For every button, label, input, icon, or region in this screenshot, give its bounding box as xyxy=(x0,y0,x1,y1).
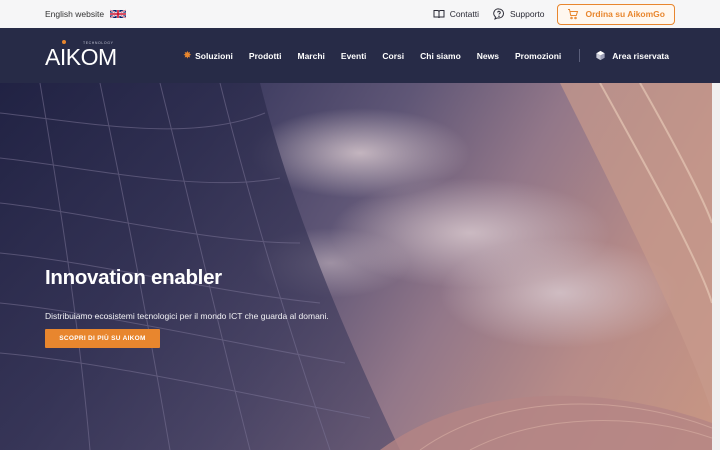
contacts-link[interactable]: Contatti xyxy=(433,8,479,20)
nav-label: Soluzioni xyxy=(195,50,233,61)
language-label: English website xyxy=(45,9,105,19)
nav-label: Marchi xyxy=(297,50,325,61)
nav-divider xyxy=(579,49,581,62)
contacts-label: Contatti xyxy=(449,9,479,19)
nav-item-marchi[interactable]: Marchi xyxy=(298,51,325,61)
nav-label: Prodotti xyxy=(248,50,282,61)
discover-aikom-button[interactable]: SCOPRI DI PIÙ SU AIKOM xyxy=(45,329,160,348)
nav-item-corsi[interactable]: Corsi xyxy=(382,51,404,61)
nav-item-prodotti[interactable]: Prodotti xyxy=(249,51,282,61)
help-bubble-icon xyxy=(493,8,504,20)
nav-label: News xyxy=(476,50,499,61)
order-aikomgo-button[interactable]: Ordina su AikomGo xyxy=(557,3,675,25)
hero-title: Innovation enabler xyxy=(45,266,222,289)
box-icon xyxy=(596,50,605,61)
cart-icon xyxy=(568,9,579,20)
main-navbar: TECHNOLOGY AIKOM ✸ Soluzioni Prodotti Ma… xyxy=(0,28,720,83)
logo-wordmark: AIKOM xyxy=(45,44,117,70)
nav-label: Chi siamo xyxy=(420,50,461,61)
hero-subtitle: Distribuiamo ecosistemi tecnologici per … xyxy=(45,311,329,321)
reserved-area-link[interactable]: Area riservata xyxy=(595,50,669,61)
nav-item-soluzioni[interactable]: ✸ Soluzioni xyxy=(184,50,233,61)
nav-label: Eventi xyxy=(340,50,367,61)
nav-label: Corsi xyxy=(382,50,405,61)
support-label: Supporto xyxy=(509,9,545,19)
page-scrollbar[interactable] xyxy=(712,83,720,450)
nav-item-chi-siamo[interactable]: Chi siamo xyxy=(420,51,461,61)
nav-label: Promozioni xyxy=(515,50,562,61)
nav-item-eventi[interactable]: Eventi xyxy=(341,51,367,61)
primary-nav: ✸ Soluzioni Prodotti Marchi Eventi Corsi… xyxy=(184,28,669,83)
support-link[interactable]: Supporto xyxy=(493,8,545,20)
utility-bar: English website Contatti Supporto Ordina… xyxy=(0,0,720,28)
nav-item-promozioni[interactable]: Promozioni xyxy=(515,51,561,61)
aikom-logo[interactable]: TECHNOLOGY AIKOM xyxy=(45,40,123,70)
uk-flag-icon xyxy=(110,9,127,19)
language-switch[interactable]: English website xyxy=(45,0,127,28)
book-icon xyxy=(433,10,445,19)
order-label: Ordina su AikomGo xyxy=(585,9,665,19)
nav-item-news[interactable]: News xyxy=(477,51,499,61)
hero-banner: Innovation enabler Distribuiamo ecosiste… xyxy=(0,83,712,450)
reserved-area-label: Area riservata xyxy=(612,50,669,61)
sun-icon: ✸ xyxy=(183,50,192,60)
